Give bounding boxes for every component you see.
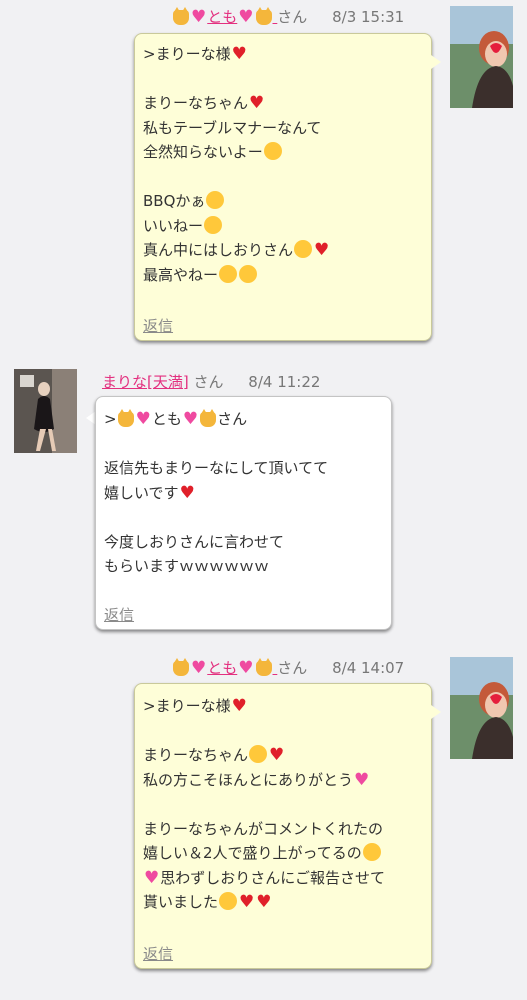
message-header: まりな[天満] さん 8/4 11:22: [102, 371, 320, 392]
heart-eyes-face-icon: [219, 264, 238, 283]
sender-name-link[interactable]: まりな[天満]: [102, 373, 189, 391]
pink-heart-icon: ♥: [354, 769, 370, 790]
message-line: 真ん中にはしおりさん ♥: [143, 238, 330, 263]
message-line: まりーなちゃん♥: [143, 91, 330, 116]
cat-emoji-icon: [200, 409, 217, 427]
pink-heart-icon: ♥: [191, 7, 207, 27]
red-heart-icon: ♥: [314, 240, 330, 260]
sender-name-link[interactable]: ♥とも♥: [172, 7, 277, 27]
smiling-face-icon: [206, 191, 225, 209]
rofl-face-icon: [263, 142, 282, 160]
avatar-photo-icon: [450, 6, 513, 108]
message-line: まりーなちゃんがコメントくれたの: [143, 819, 384, 838]
avatar[interactable]: [14, 369, 77, 453]
red-heart-icon: ♥: [256, 892, 272, 912]
honorific: さん: [277, 659, 308, 677]
heart-eyes-face-icon: [294, 240, 313, 258]
bubble-tail: [431, 705, 441, 719]
red-heart-icon: ♥: [231, 696, 247, 716]
message-body: >まりーな様♥ まりーなちゃん♥ 私もテーブルマナーなんて 全然知らないよー B…: [143, 42, 330, 287]
message-line: 返信先もまりーなにして頂いてて: [104, 459, 329, 477]
pink-heart-icon: ♥: [135, 409, 151, 429]
message-line: >まりーな様♥: [143, 42, 330, 67]
message-line: 嬉しいです♥: [104, 481, 328, 506]
message-line: 私の方こそほんとにありがとう♥: [143, 768, 385, 793]
cat-emoji-icon: [255, 658, 272, 676]
message-line: >まりーな様♥: [143, 694, 385, 719]
red-heart-icon: ♥: [179, 482, 195, 503]
message-bubble: > ♥とも♥ さん 返信先もまりーなにして頂いてて 嬉しいです♥ 今度しおりさんに言…: [95, 396, 392, 630]
grinning-squint-face-icon: [362, 843, 381, 861]
cat-emoji-icon: [255, 7, 272, 25]
red-heart-icon: ♥: [249, 93, 265, 113]
red-heart-icon: ♥: [269, 745, 285, 765]
pink-heart-icon: ♥: [182, 409, 199, 429]
message-body: > ♥とも♥ さん 返信先もまりーなにして頂いてて 嬉しいです♥ 今度しおりさんに言…: [104, 407, 328, 579]
red-heart-icon: ♥: [239, 892, 255, 912]
message-line: 貰いました ♥ ♥: [143, 890, 385, 915]
pink-heart-icon: ♥: [238, 658, 254, 678]
reply-link[interactable]: 返信: [143, 314, 173, 339]
avatar-photo-icon: [14, 369, 77, 453]
timestamp: 8/3 15:31: [332, 8, 405, 26]
kissing-face-icon: [204, 215, 223, 234]
reply-link[interactable]: 返信: [143, 942, 173, 967]
message-bubble: >まりーな様♥ まりーなちゃん ♥ 私の方こそほんとにありがとう♥ まりーなちゃん…: [134, 683, 432, 969]
message-line: まりーなちゃん♥: [143, 743, 385, 768]
message-line: > ♥とも♥ さん: [104, 407, 328, 432]
message-line: 今度しおりさんに言わせて: [104, 532, 285, 551]
avatar[interactable]: [450, 657, 513, 759]
sender-name-link[interactable]: ♥とも♥: [172, 658, 277, 678]
honorific: さん: [193, 373, 224, 391]
grinning-squint-face-icon: [219, 892, 238, 910]
heart-eyes-face-icon: [239, 264, 258, 283]
cat-emoji-icon: [173, 658, 189, 676]
message-bubble: >まりーな様♥ まりーなちゃん♥ 私もテーブルマナーなんて 全然知らないよー B…: [134, 33, 432, 341]
pink-heart-icon: ♥: [144, 867, 160, 888]
message-line: ♥思わずしおりさんにご報告させて: [143, 866, 385, 891]
reply-link[interactable]: 返信: [104, 603, 134, 628]
pink-heart-icon: ♥: [191, 658, 207, 678]
message-body: >まりーな様♥ まりーなちゃん ♥ 私の方こそほんとにありがとう♥ まりーなちゃん…: [143, 694, 385, 915]
avatar[interactable]: [450, 6, 513, 108]
message-line: 最高やねー: [143, 263, 330, 288]
cat-emoji-icon: [117, 409, 134, 427]
smiling-face-icon: [249, 745, 268, 763]
message-line: 私もテーブルマナーなんて: [143, 118, 322, 137]
message-header: ♥とも♥ さん 8/4 14:07: [172, 657, 404, 678]
message-line: BBQかぁ: [143, 189, 330, 214]
message-line: 嬉しい＆2人で盛り上がってるの: [143, 841, 385, 866]
message-line: 全然知らないよー: [143, 140, 330, 165]
pink-heart-icon: ♥: [238, 7, 254, 27]
timestamp: 8/4 14:07: [332, 659, 405, 677]
message-header: ♥とも♥ さん 8/3 15:31: [172, 6, 404, 27]
message-line: いいねー: [143, 214, 330, 239]
bubble-tail: [431, 55, 441, 69]
red-heart-icon: ♥: [231, 44, 247, 64]
avatar-photo-icon: [450, 657, 513, 759]
message-line: もらいますｗｗｗｗｗｗ: [104, 557, 270, 575]
cat-emoji-icon: [173, 7, 189, 25]
honorific: さん: [277, 8, 308, 26]
timestamp: 8/4 11:22: [248, 373, 321, 391]
